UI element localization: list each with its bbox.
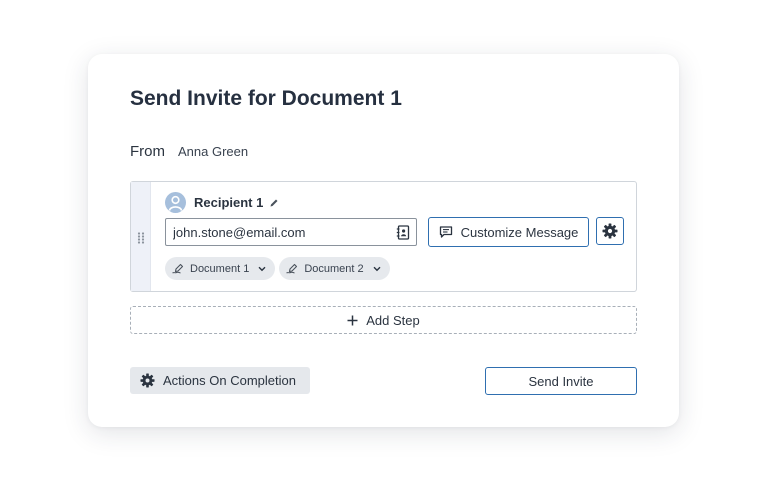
plus-icon [347,315,358,326]
recipient-step-card: Recipient 1 john.stone@email.com Customi… [130,181,637,292]
recipient-header: Recipient 1 [165,192,279,213]
from-value: Anna Green [178,144,249,159]
add-step-button[interactable]: Add Step [130,306,637,334]
gear-icon [140,373,155,388]
recipient-settings-button[interactable] [596,217,624,245]
customize-message-label: Customize Message [460,224,579,240]
email-input[interactable] [173,224,383,240]
send-invite-dialog: Send Invite for Document 1 From Anna Gre… [88,54,679,427]
from-label: From [130,143,165,160]
actions-on-completion-button[interactable]: Actions On Completion [130,367,310,394]
document-chip-1[interactable]: Document 1 [165,257,276,280]
drag-handle-icon[interactable] [137,231,145,244]
from-row: From Anna Green [130,143,248,160]
drag-strip[interactable] [131,182,151,291]
signature-pen-icon [286,263,299,274]
send-invite-button[interactable]: Send Invite [485,367,637,395]
actions-on-completion-label: Actions On Completion [163,373,296,388]
chevron-down-icon [258,266,266,272]
gear-icon [602,223,618,239]
customize-message-button[interactable]: Customize Message [428,217,589,247]
document-chip-label: Document 1 [190,262,250,275]
address-book-icon[interactable] [396,225,410,240]
user-avatar-icon [165,192,186,213]
document-chip-2[interactable]: Document 2 [279,257,390,280]
signature-pen-icon [172,263,185,274]
pencil-icon[interactable] [269,198,279,208]
document-chips: Document 1 Document 2 [165,257,390,280]
chat-bubble-icon [439,225,453,239]
chevron-down-icon [373,266,381,272]
recipient-email-field[interactable] [165,218,417,246]
dialog-title: Send Invite for Document 1 [130,87,402,110]
recipient-label: Recipient 1 [194,195,264,210]
add-step-label: Add Step [366,312,420,328]
document-chip-label: Document 2 [304,262,364,275]
